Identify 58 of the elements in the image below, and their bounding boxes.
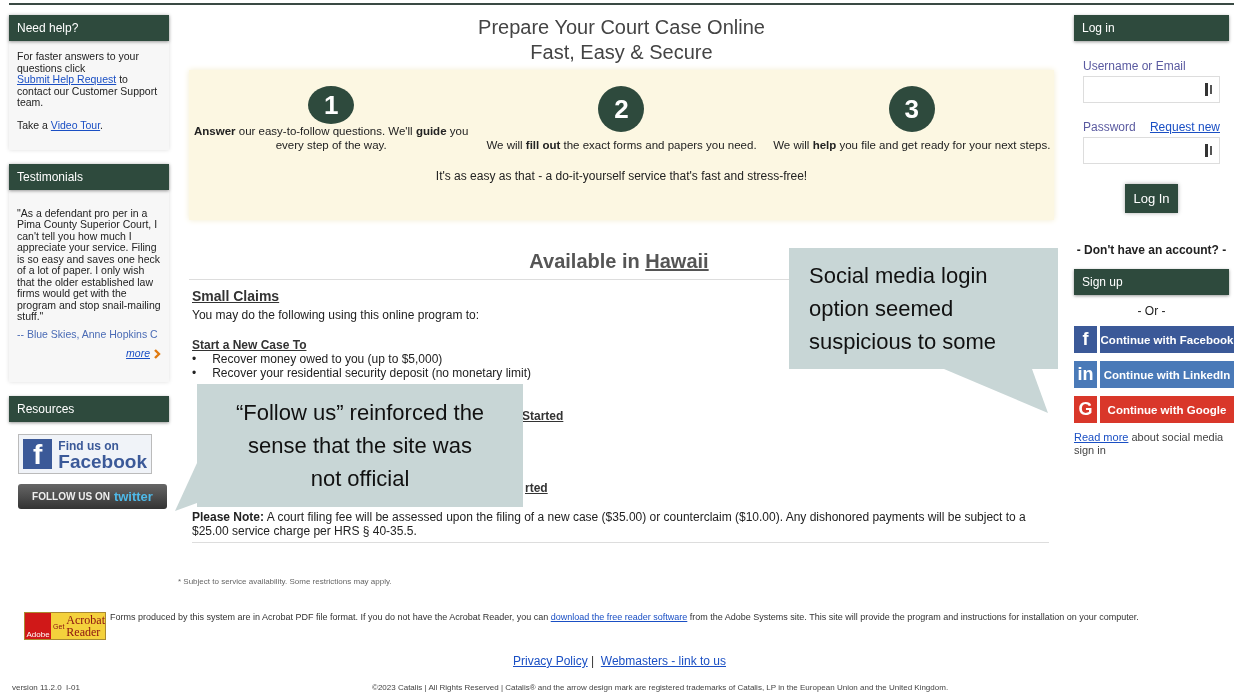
chevron-right-icon [154, 349, 161, 360]
bullet-icon: • [192, 366, 197, 380]
help-link[interactable]: Submit Help Request [17, 73, 117, 85]
step-text: We will help you file and get ready for your next steps. [773, 138, 1051, 152]
logo-icon: f [23, 438, 53, 469]
username-field[interactable] [1083, 76, 1220, 103]
login-button[interactable]: Log In [1125, 184, 1178, 213]
read-more-link[interactable]: Read more [1074, 431, 1129, 443]
account-prompt: - Don't have an account? - [1075, 243, 1228, 257]
section-title: Small Claims [192, 288, 280, 304]
step-number: 2 [598, 86, 645, 132]
help-text: For faster answers to your questions click Submit Help Request to contact our Customer Support team. [17, 51, 159, 109]
testimonial-quote: "As a defendant pro per in a Pima County Superior Court, I can't tell you how much I appreciate your service. Filing is so easy and saves one heck of a lot of paper. I only wish that the older established law firms would get with the program and stop snail-mailing stuff." [17, 207, 161, 323]
panel-header: Sign up [1074, 269, 1229, 295]
availability-note: * Subject to service availability. Some restrictions may apply. [178, 577, 393, 586]
page-title: Prepare Your Court Case Online [477, 15, 766, 40]
case-link[interactable]: rted [525, 481, 548, 495]
twitter-badge[interactable]: FOLLOW US ON twitter [18, 483, 167, 509]
callout: “Follow us” reinforced the sense that the site was not official [197, 384, 523, 507]
panel-header: Testimonials [9, 163, 169, 190]
panel-header: Need help? [9, 15, 169, 41]
tagline: It's as easy as that - a do-it-yourself service that's fast and stress-free! [435, 169, 808, 183]
bullet-icon: • [192, 352, 197, 366]
list-item: Recover your residential security deposit (no monetary limit) [212, 366, 531, 380]
webmasters-link[interactable]: Webmasters - link to us [600, 654, 726, 668]
field-label: Username or Email [1083, 59, 1186, 73]
logo-icon: G [1074, 396, 1097, 423]
download-link[interactable]: download the free reader software [550, 612, 688, 622]
step-number: 1 [308, 86, 355, 124]
request-password-link[interactable]: Request new [1149, 120, 1220, 134]
link-separator: | [591, 654, 595, 668]
step-text: We will fill out the exact forms and papers you need. [486, 138, 757, 152]
state-link[interactable]: Hawaii [645, 250, 709, 272]
testimonial-author: -- Blue Skies, Anne Hopkins C [17, 328, 159, 340]
step-number: 3 [888, 86, 935, 132]
more-link[interactable]: more [126, 347, 150, 359]
case-link[interactable]: Start a New Case To [192, 338, 307, 352]
panel-header: Log in [1074, 15, 1229, 41]
section-intro: You may do the following using this online program to: [192, 308, 480, 322]
logo-icon: f [1074, 326, 1097, 353]
field-label: Password [1083, 120, 1136, 134]
social-info-text: Read more about social media sign in [1074, 431, 1225, 457]
logo-icon: in [1074, 361, 1097, 388]
tour-link[interactable]: Video Tour [50, 119, 101, 131]
version-text: version 11.2.0 I-01 [12, 683, 81, 692]
tour-text: Take a Video Tour. [17, 120, 105, 132]
fee-note: Please Note: A court filing fee will be assessed upon the filing of a new case ($35.00) or counterclaim ($10.00). Any dishonored payments will be subject to a $25.00 service charge per HRS § 40-35.5. [192, 510, 1027, 540]
privacy-link[interactable]: Privacy Policy [513, 654, 588, 668]
copyright-text: ©2023 Catalis | All Rights Reserved | Catalis® and the arrow design mark are registered trademarks of Catalis, LP in the European Union and the United Kingdom. [372, 683, 949, 692]
panel-header: Resources [9, 395, 169, 422]
step-text: Answer our easy-to-follow questions. We'll guide you every step of the way. [193, 124, 470, 152]
callout-tail [175, 463, 197, 511]
or-divider: - Or - [1136, 304, 1167, 318]
pdf-info-text: Forms produced by this system are in Acrobat PDF file format. If you do not have the Acrobat Reader, you can download the free reader software from the Adobe Systems site. This site will provide the program and instructions for installation on your computer. [110, 612, 1139, 623]
page-subtitle: Fast, Easy & Secure [529, 40, 714, 65]
password-field[interactable] [1083, 137, 1220, 164]
list-item: Recover money owed to you (up to $5,000) [212, 352, 443, 366]
case-link[interactable]: Started [522, 409, 564, 423]
